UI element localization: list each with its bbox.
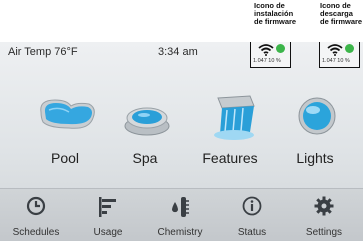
clock-time: 3:34 am <box>158 46 198 58</box>
waterfall-icon <box>214 95 255 140</box>
tile-label: Lights <box>296 150 334 166</box>
nav-chemistry[interactable]: Chemistry <box>144 189 216 241</box>
firmware-progress-text: 1.047 10 % <box>253 58 281 64</box>
main-tiles: Pool Spa Features Lights <box>0 92 363 172</box>
firmware-progress-text: 1.047 10 % <box>322 58 350 64</box>
tile-label: Features <box>202 150 258 166</box>
tile-pool[interactable]: Pool <box>25 92 105 172</box>
tile-lights[interactable]: Lights <box>275 92 355 172</box>
tile-label: Pool <box>50 150 80 166</box>
nav-status[interactable]: Status <box>216 189 288 241</box>
tile-features[interactable]: Features <box>190 92 270 172</box>
info-icon <box>242 196 262 216</box>
nav-label: Settings <box>305 227 343 238</box>
nav-settings[interactable]: Settings <box>288 189 360 241</box>
firmware-install-indicator[interactable]: 1.047 10 % <box>250 42 291 68</box>
wifi-icon <box>258 44 274 56</box>
firmware-download-callout: Icono de descarga de firmware <box>320 2 362 26</box>
nav-label: Status <box>237 227 267 238</box>
wifi-icon <box>327 44 343 56</box>
air-temperature: Air Temp 76°F <box>8 46 78 58</box>
status-dot <box>345 44 354 53</box>
gear-icon <box>314 196 334 216</box>
callout-line: de firmware <box>320 17 363 26</box>
bar-chart-icon <box>99 197 116 217</box>
home-screen: Air Temp 76°F 3:34 am 1.047 10 % 1.047 1… <box>0 42 363 241</box>
nav-usage[interactable]: Usage <box>72 189 144 241</box>
tile-label: Spa <box>132 150 158 166</box>
callout-line: de firmware <box>254 17 297 26</box>
pool-icon <box>40 99 95 129</box>
firmware-install-callout: Icono de instalación de firmware <box>254 2 296 26</box>
nav-schedules[interactable]: Schedules <box>0 189 72 241</box>
light-bulb-icon <box>298 97 336 135</box>
clock-icon <box>26 196 46 216</box>
status-bar: Air Temp 76°F 3:34 am 1.047 10 % 1.047 1… <box>0 42 363 68</box>
nav-label: Chemistry <box>157 227 203 238</box>
bottom-navigation: Schedules Usage Chemistry Status Setting… <box>0 188 363 241</box>
tile-spa[interactable]: Spa <box>105 92 185 172</box>
status-dot <box>276 44 285 53</box>
nav-label: Usage <box>93 227 123 238</box>
nav-label: Schedules <box>12 227 60 238</box>
thermometer-drop-icon <box>172 197 189 217</box>
spa-icon <box>124 107 170 136</box>
firmware-download-indicator[interactable]: 1.047 10 % <box>319 42 360 68</box>
